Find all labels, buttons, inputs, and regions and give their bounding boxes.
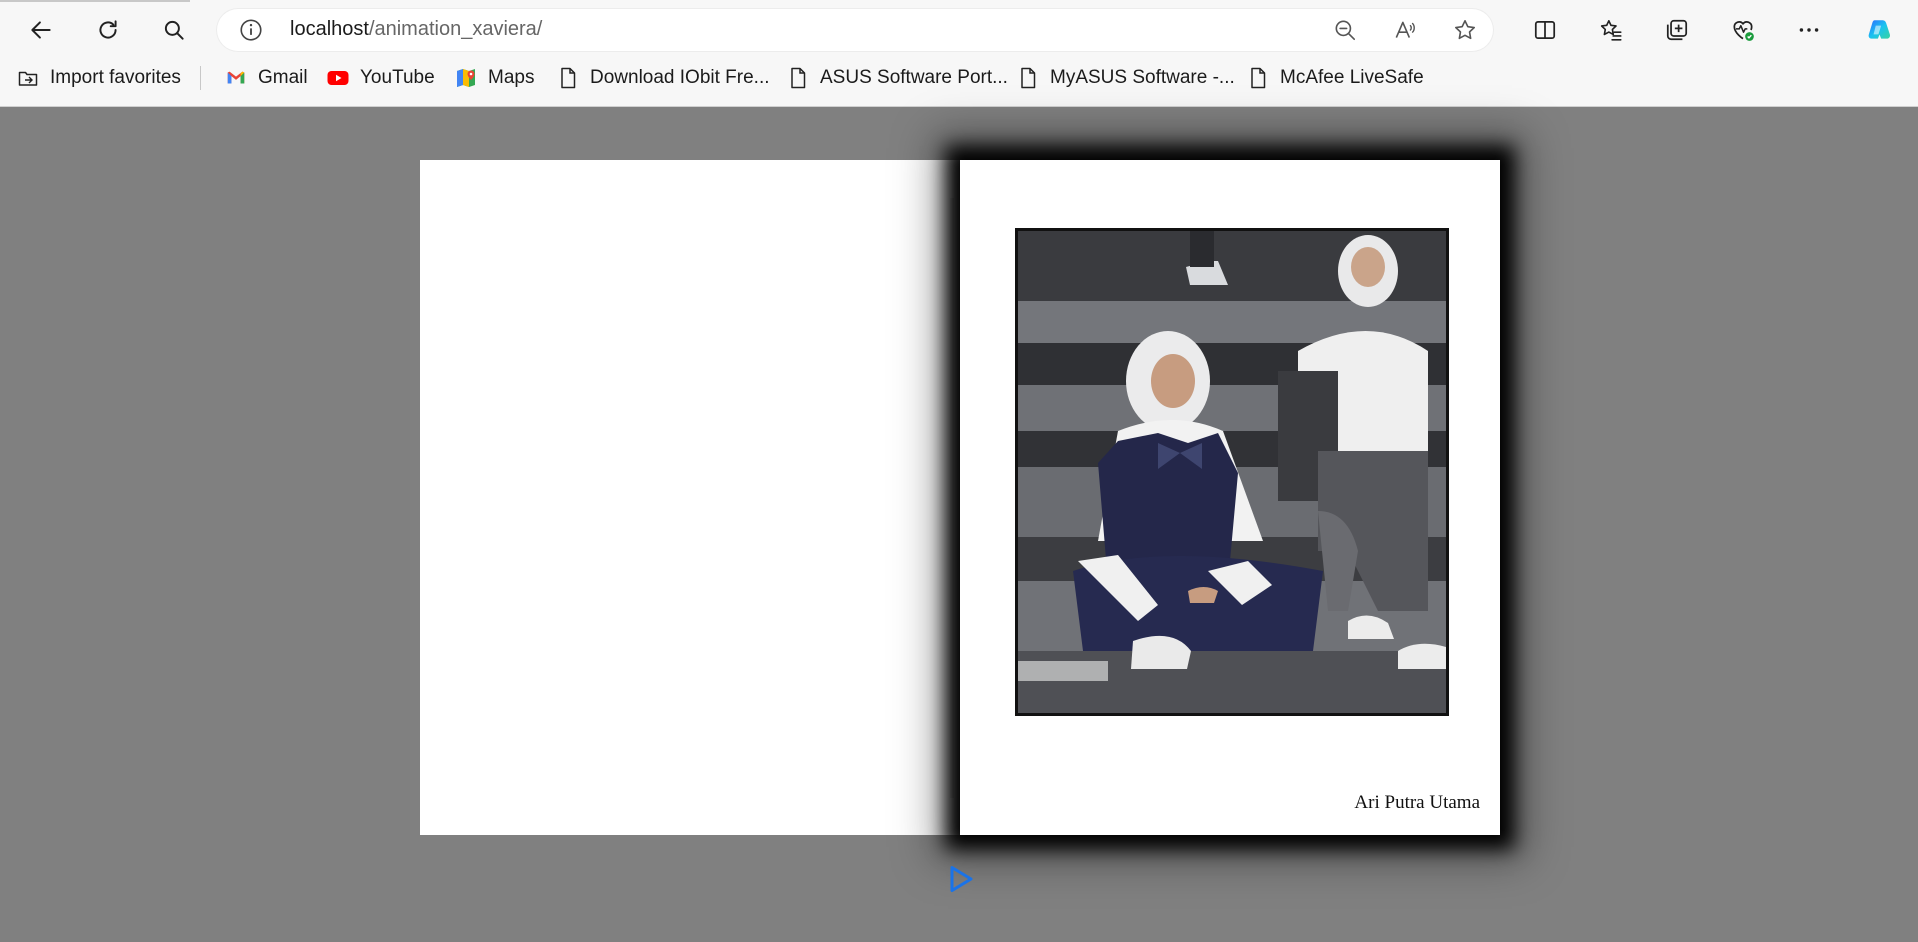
bookmark-youtube[interactable]: YouTube <box>326 62 435 94</box>
address-bar[interactable]: localhost/animation_xaviera/ <box>216 8 1494 52</box>
split-screen-button[interactable] <box>1523 8 1567 52</box>
favorite-star-icon[interactable] <box>1452 17 1478 43</box>
bookmark-import-favorites[interactable]: Import favorites <box>16 62 181 94</box>
copilot-icon <box>1868 20 1891 39</box>
bookmark-label: Import favorites <box>50 67 181 88</box>
zoom-out-icon[interactable] <box>1332 17 1358 43</box>
import-favorites-icon <box>16 66 40 90</box>
url-text[interactable]: localhost/animation_xaviera/ <box>290 18 542 41</box>
browser-essentials-button[interactable] <box>1721 8 1765 52</box>
tab-indicator <box>0 0 190 2</box>
bookmark-label: Download IObit Fre... <box>590 67 770 88</box>
bookmark-myasus-software[interactable]: MyASUS Software -... <box>1016 62 1235 94</box>
refresh-button[interactable] <box>86 8 130 52</box>
gmail-icon <box>224 66 248 90</box>
bookmark-label: YouTube <box>360 67 435 88</box>
favorites-button[interactable] <box>1589 8 1633 52</box>
youtube-icon <box>326 66 350 90</box>
browser-toolbar: localhost/animation_xaviera/ Import favo… <box>0 0 1918 107</box>
maps-icon <box>454 66 478 90</box>
collections-button[interactable] <box>1655 8 1699 52</box>
bookmark-label: MyASUS Software -... <box>1050 67 1235 88</box>
more-dots-icon <box>1799 28 1819 32</box>
bookmark-label: Maps <box>488 67 535 88</box>
favorites-list-icon <box>1600 19 1622 41</box>
bookmarks-bar: Import favorites Gmail YouTube Maps Down… <box>0 58 1918 98</box>
page-crease <box>950 198 954 798</box>
url-host: localhost <box>290 18 369 40</box>
bookmark-asus-software-portal[interactable]: ASUS Software Port... <box>786 62 1008 94</box>
photo-caption: Ari Putra Utama <box>1354 792 1480 813</box>
page-icon <box>1246 66 1270 90</box>
health-heart-icon <box>1733 21 1754 41</box>
back-arrow-icon <box>31 21 51 39</box>
back-button[interactable] <box>19 8 63 52</box>
bookmark-label: ASUS Software Port... <box>820 67 1008 88</box>
play-icon[interactable] <box>946 864 976 894</box>
more-menu-button[interactable] <box>1787 8 1831 52</box>
url-path: /animation_xaviera/ <box>368 18 543 40</box>
page-icon <box>556 66 580 90</box>
bookmark-label: Gmail <box>258 67 308 88</box>
page-icon <box>1016 66 1040 90</box>
students-photo <box>1018 231 1446 713</box>
bookmark-mcafee-livesafe[interactable]: McAfee LiveSafe <box>1246 62 1424 94</box>
bookmarks-divider <box>200 66 201 90</box>
bookmark-label: McAfee LiveSafe <box>1280 67 1424 88</box>
search-icon <box>164 20 184 40</box>
page-icon <box>786 66 810 90</box>
bookmark-maps[interactable]: Maps <box>454 62 534 94</box>
copilot-button[interactable] <box>1857 8 1901 52</box>
bookmark-download-iobit[interactable]: Download IObit Fre... <box>556 62 770 94</box>
photo-frame <box>1015 228 1449 716</box>
split-screen-icon <box>1534 21 1556 39</box>
collections-icon <box>1666 19 1688 41</box>
right-page[interactable]: Ari Putra Utama <box>960 160 1500 835</box>
site-info-icon[interactable] <box>238 17 264 43</box>
bookmark-gmail[interactable]: Gmail <box>224 62 308 94</box>
flipbook[interactable]: Ari Putra Utama <box>420 160 1500 835</box>
left-page[interactable] <box>420 160 960 835</box>
refresh-icon <box>99 20 117 39</box>
search-button[interactable] <box>152 8 196 52</box>
read-aloud-icon[interactable] <box>1392 17 1418 43</box>
